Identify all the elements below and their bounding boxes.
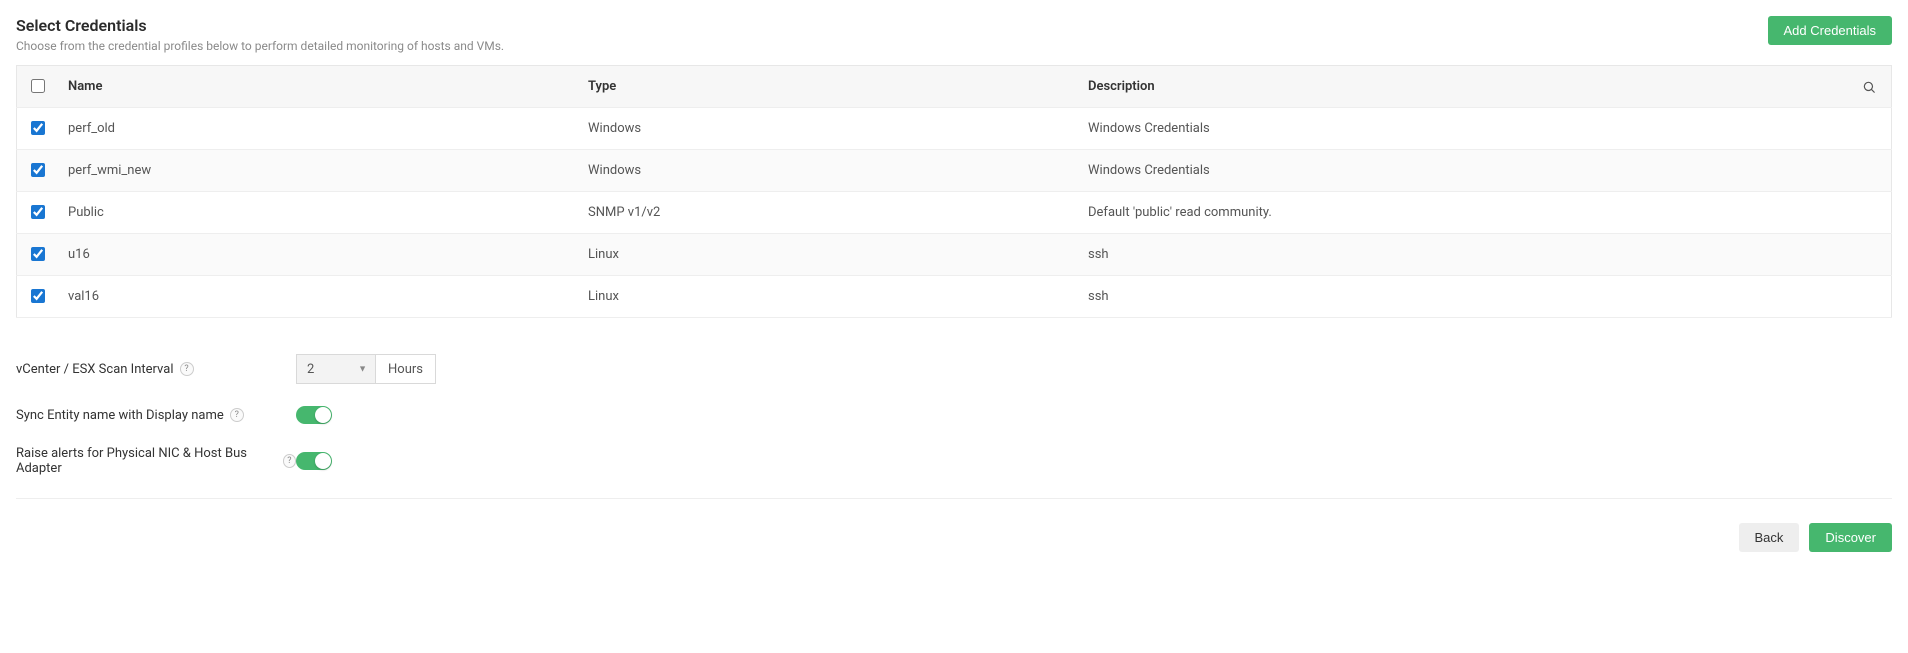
divider (16, 498, 1892, 499)
scan-interval-unit: Hours (376, 354, 436, 384)
sync-entity-toggle[interactable] (296, 406, 332, 424)
row-checkbox[interactable] (31, 121, 45, 135)
column-header-description[interactable]: Description (1078, 66, 1852, 108)
cell-name: Public (58, 192, 578, 234)
back-button[interactable]: Back (1739, 523, 1800, 552)
search-icon[interactable] (1862, 79, 1876, 94)
row-checkbox[interactable] (31, 163, 45, 177)
cell-name: val16 (58, 276, 578, 318)
table-row[interactable]: u16 Linux ssh (17, 234, 1892, 276)
raise-alerts-label: Raise alerts for Physical NIC & Host Bus… (16, 446, 277, 476)
table-row[interactable]: perf_old Windows Windows Credentials (17, 108, 1892, 150)
cell-type: Linux (578, 276, 1078, 318)
help-icon[interactable]: ? (283, 454, 296, 468)
row-checkbox[interactable] (31, 247, 45, 261)
help-icon[interactable]: ? (180, 362, 194, 376)
help-icon[interactable]: ? (230, 408, 244, 422)
column-header-name[interactable]: Name (58, 66, 578, 108)
discover-button[interactable]: Discover (1809, 523, 1892, 552)
table-row[interactable]: val16 Linux ssh (17, 276, 1892, 318)
cell-type: Windows (578, 108, 1078, 150)
raise-alerts-toggle[interactable] (296, 452, 332, 470)
cell-type: Windows (578, 150, 1078, 192)
cell-name: perf_old (58, 108, 578, 150)
scan-interval-label: vCenter / ESX Scan Interval (16, 362, 174, 377)
toggle-knob (315, 407, 331, 423)
add-credentials-button[interactable]: Add Credentials (1768, 16, 1893, 45)
cell-description: Windows Credentials (1078, 108, 1892, 150)
cell-description: Windows Credentials (1078, 150, 1892, 192)
credentials-table: Name Type Description perf_old Windows W… (16, 65, 1892, 318)
cell-name: perf_wmi_new (58, 150, 578, 192)
row-checkbox[interactable] (31, 289, 45, 303)
chevron-down-icon: ▼ (358, 364, 367, 375)
sync-entity-label: Sync Entity name with Display name (16, 408, 224, 423)
row-checkbox[interactable] (31, 205, 45, 219)
table-row[interactable]: perf_wmi_new Windows Windows Credentials (17, 150, 1892, 192)
cell-description: ssh (1078, 276, 1892, 318)
page-subtitle: Choose from the credential profiles belo… (16, 39, 504, 53)
column-header-type[interactable]: Type (578, 66, 1078, 108)
cell-type: SNMP v1/v2 (578, 192, 1078, 234)
toggle-knob (315, 453, 331, 469)
page-title: Select Credentials (16, 16, 504, 35)
scan-interval-select[interactable]: 2 ▼ (296, 354, 376, 384)
cell-type: Linux (578, 234, 1078, 276)
scan-interval-value: 2 (307, 362, 314, 377)
cell-name: u16 (58, 234, 578, 276)
table-row[interactable]: Public SNMP v1/v2 Default 'public' read … (17, 192, 1892, 234)
select-all-checkbox[interactable] (31, 79, 45, 93)
cell-description: ssh (1078, 234, 1892, 276)
cell-description: Default 'public' read community. (1078, 192, 1892, 234)
